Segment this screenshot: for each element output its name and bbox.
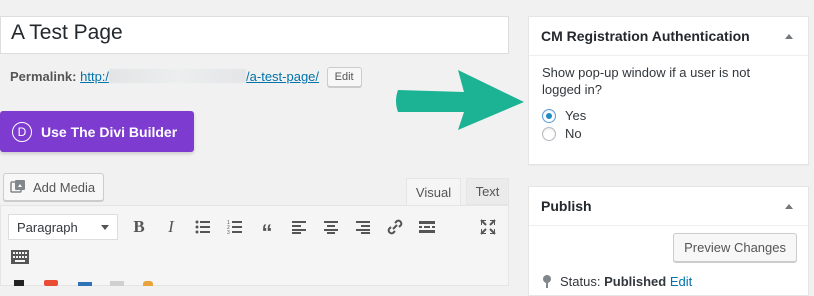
read-more-icon[interactable] <box>417 217 437 237</box>
add-media-icon <box>10 180 25 193</box>
partial-toolbar-icon <box>110 281 124 286</box>
status-value: Published <box>604 274 667 289</box>
popup-question: Show pop-up window if a user is not logg… <box>542 65 751 97</box>
cm-panel-header[interactable]: CM Registration Authentication <box>529 17 808 56</box>
divi-builder-button[interactable]: D Use The Divi Builder <box>0 111 194 152</box>
partial-toolbar-icon <box>143 281 153 286</box>
permalink-link[interactable]: http://a-test-page/ <box>80 69 319 84</box>
format-select[interactable]: Paragraph <box>8 214 118 240</box>
align-right-icon[interactable] <box>353 217 373 237</box>
publish-panel-title: Publish <box>541 198 592 214</box>
radio-no-label: No <box>565 126 582 141</box>
status-row: Status: Published Edit <box>542 274 692 289</box>
numbered-list-icon[interactable]: 123 <box>225 217 245 237</box>
pin-icon <box>543 275 551 288</box>
link-icon[interactable] <box>385 217 405 237</box>
align-left-icon[interactable] <box>289 217 309 237</box>
status-label: Status: <box>560 274 601 289</box>
add-media-label: Add Media <box>33 179 96 195</box>
svg-text:3: 3 <box>227 230 230 234</box>
partial-toolbar-icon <box>78 282 92 286</box>
align-center-icon[interactable] <box>321 217 341 237</box>
permalink-row: Permalink: http://a-test-page/ Edit <box>10 67 362 87</box>
format-select-value: Paragraph <box>17 219 78 235</box>
redacted-domain <box>109 69 247 83</box>
chevron-down-icon <box>101 225 109 230</box>
fullscreen-icon[interactable] <box>478 217 498 237</box>
publish-panel-header[interactable]: Publish <box>529 187 808 226</box>
status-edit-link[interactable]: Edit <box>670 274 692 289</box>
bullet-list-icon[interactable] <box>193 217 213 237</box>
italic-icon[interactable]: I <box>161 217 181 237</box>
radio-yes-label: Yes <box>565 108 587 123</box>
permalink-label: Permalink: <box>10 69 77 84</box>
collapse-arrow-icon[interactable] <box>785 204 793 209</box>
divi-logo-icon: D <box>12 121 32 142</box>
keyboard-icon[interactable] <box>10 247 30 267</box>
title-input[interactable]: A Test Page <box>0 16 509 54</box>
partial-toolbar-icon <box>14 280 24 286</box>
blockquote-icon[interactable]: “ <box>257 217 277 244</box>
tab-text[interactable]: Text <box>466 178 509 205</box>
radio-yes[interactable]: Yes <box>542 108 586 123</box>
add-media-button[interactable]: Add Media <box>3 173 105 201</box>
permalink-edit-button[interactable]: Edit <box>326 67 362 87</box>
collapse-arrow-icon[interactable] <box>785 34 793 39</box>
radio-no-control[interactable] <box>542 126 556 141</box>
publish-panel: Publish Preview Changes Status: Publishe… <box>528 186 809 296</box>
cm-panel-title: CM Registration Authentication <box>541 28 750 44</box>
partial-toolbar-icon <box>44 280 58 286</box>
tab-visual[interactable]: Visual <box>406 178 461 205</box>
preview-changes-button[interactable]: Preview Changes <box>673 233 797 262</box>
cm-registration-panel: CM Registration Authentication Show pop-… <box>528 16 809 165</box>
bold-icon[interactable]: B <box>129 217 149 237</box>
arrow-annotation-icon <box>396 70 524 130</box>
divi-builder-label: Use The Divi Builder <box>41 123 178 140</box>
radio-no[interactable]: No <box>542 126 582 141</box>
radio-yes-control[interactable] <box>542 108 556 123</box>
